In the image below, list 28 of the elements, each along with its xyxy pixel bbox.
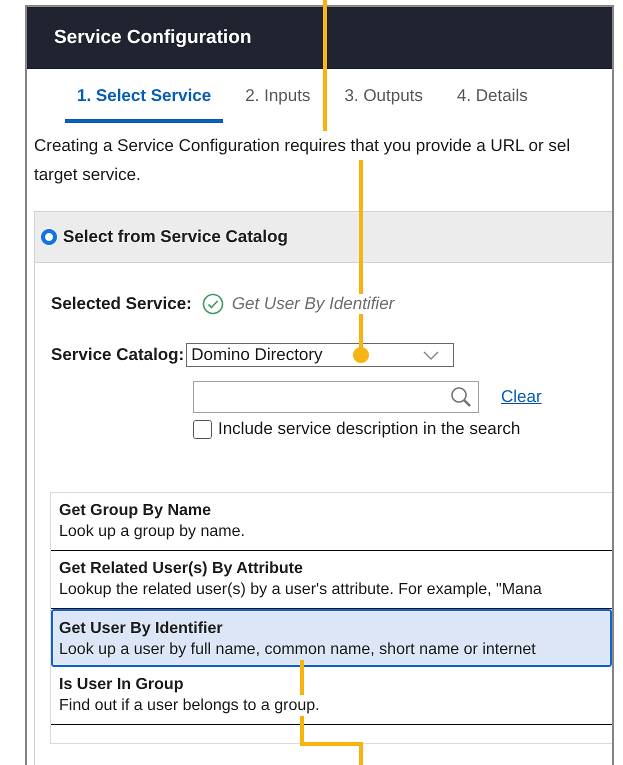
catalog-dropdown[interactable]: Domino Directory	[186, 343, 454, 367]
intro-text: Creating a Service Configuration requires that you provide a URL or sel	[34, 131, 570, 160]
service-description: Look up a group by name.	[59, 521, 245, 542]
field-label: Service Catalog:	[51, 345, 184, 365]
service-name: Is User In Group	[59, 675, 184, 695]
step-tab[interactable]: 1. Select Service	[65, 69, 224, 123]
step-tab[interactable]: 4. Details	[444, 69, 540, 123]
radio-button[interactable]	[41, 229, 57, 245]
step-tab[interactable]: 2. Inputs	[233, 69, 322, 123]
service-list-item[interactable]: Get User By Identifier Look up a user by full name, common name, short name or internet	[51, 609, 612, 667]
step-tab[interactable]: 3. Outputs	[332, 69, 435, 123]
service-description: Look up a user by full name, common name, short name or internet	[59, 639, 536, 660]
service-description: Lookup the related user(s) by a user's attribute. For example, "Mana	[59, 579, 542, 600]
dialog-title: Service Configuration	[54, 27, 252, 49]
search-field[interactable]	[193, 381, 479, 413]
checkbox-label: Include service description in the search	[218, 419, 520, 439]
panel-title: Select from Service Catalog	[63, 227, 288, 247]
service-description: Find out if a user belongs to a group.	[59, 695, 320, 716]
search-icon	[450, 386, 472, 408]
check-circle-icon	[202, 293, 224, 315]
service-name: Get Related User(s) By Attribute	[59, 559, 304, 579]
field-label: Selected Service:	[51, 294, 192, 314]
chevron-down-icon	[423, 350, 440, 360]
checkbox[interactable]	[193, 420, 212, 438]
service-name: Get User By Identifier	[59, 619, 224, 639]
clear-link[interactable]: Clear	[501, 387, 542, 407]
selected-service-name: Get User By Identifier	[232, 294, 394, 314]
service-name: Get Group By Name	[59, 501, 212, 521]
